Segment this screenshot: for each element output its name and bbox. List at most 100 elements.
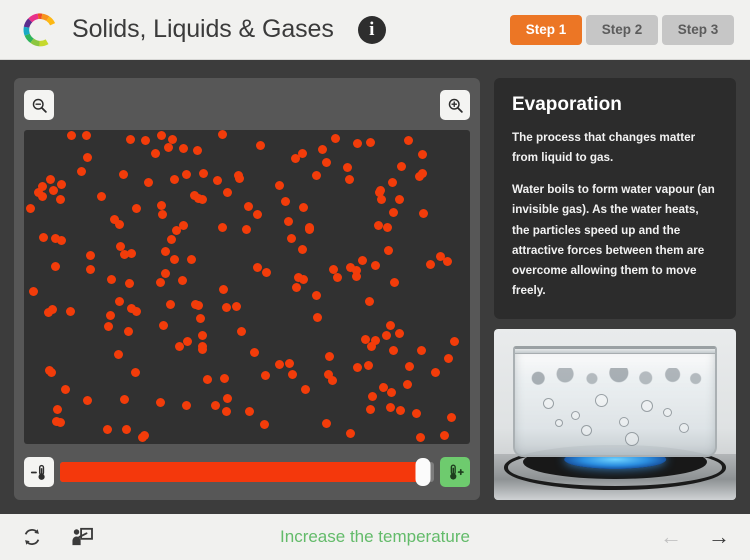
simulation-panel [14,78,480,500]
tab-step-2[interactable]: Step 2 [586,14,658,45]
particle [131,367,141,377]
particle [220,373,230,383]
particle [388,207,398,217]
particle [222,406,232,416]
info-panel: Evaporation The process that changes mat… [494,78,736,500]
temperature-slider[interactable] [60,458,434,486]
particle [346,262,356,272]
particle [143,178,153,188]
photo-bubble [618,416,629,427]
particle [157,200,167,210]
particle [373,221,383,230]
photo-pot-rim [515,349,715,355]
particle [395,405,405,415]
app-footer: Increase the temperature ← → [0,514,750,560]
particle [292,282,302,292]
particle [365,296,375,306]
thermometer-minus-button[interactable] [24,457,54,487]
boiling-water-photo [494,329,736,500]
particle [198,168,208,178]
particle [244,406,254,416]
particle [371,336,380,346]
particle [312,313,322,323]
particle [330,134,340,144]
particle [197,331,207,341]
particle [196,314,206,324]
reset-icon[interactable] [20,525,44,549]
particle [26,203,36,213]
particle [155,398,165,408]
particle [249,347,259,357]
zoom-out-button[interactable] [24,90,54,120]
particle [388,346,398,356]
particle [192,145,202,155]
particle [386,320,396,330]
particle [106,311,116,321]
particle [179,143,189,153]
app-root: Solids, Liquids & Gases i Step 1 Step 2 … [0,0,750,560]
photo-bubble [678,423,689,434]
particle [125,134,135,144]
particle [325,351,335,361]
particle [163,142,173,152]
particle [57,180,67,190]
photo-bubble [624,431,639,446]
particle [47,368,57,378]
particle [360,335,370,345]
particle [150,149,160,159]
particle [126,249,136,259]
particle [169,254,179,264]
arrow-left-icon[interactable]: ← [660,526,682,548]
particle [223,188,233,198]
footer-left-actions [20,525,94,549]
particle [299,202,309,212]
arrow-right-icon[interactable]: → [708,526,730,548]
particle [321,418,331,428]
particle [56,195,66,205]
particle-simulation-canvas[interactable] [24,130,470,444]
particle [81,131,91,141]
particle [371,260,381,270]
particle [179,221,189,231]
particle [261,370,271,380]
temperature-slider-thumb[interactable] [415,458,431,486]
particle [358,256,368,266]
simulation-toolbar [24,88,470,122]
particle [416,433,426,443]
particle [446,412,456,422]
zoom-in-button[interactable] [440,90,470,120]
tab-step-3[interactable]: Step 3 [662,14,734,45]
particle [166,235,176,245]
particle [417,168,427,178]
particle [318,144,328,154]
particle [376,195,386,205]
photo-bubble [662,408,672,418]
particle [29,286,39,296]
particle [38,192,48,202]
particle [430,367,440,377]
presenter-icon[interactable] [70,525,94,549]
particle [210,401,220,411]
info-icon[interactable]: i [357,15,386,44]
particle [165,299,175,309]
particle [82,152,92,162]
particle [332,273,342,283]
particle [120,394,130,404]
particle [159,321,169,331]
particle [312,290,322,300]
particle [197,341,207,351]
thermometer-plus-button[interactable] [440,457,470,487]
particle [367,392,377,402]
tab-step-1[interactable]: Step 1 [510,14,582,45]
particle [312,171,322,181]
particle [182,401,192,411]
footer-navigation: ← → [660,526,730,548]
photo-bubble [571,410,581,420]
particle [52,404,62,414]
particle [426,259,436,269]
main-content: Evaporation The process that changes mat… [0,60,750,514]
particle [237,327,247,337]
page-title: Solids, Liquids & Gases [72,15,334,43]
particle [161,246,171,256]
particle [217,223,227,233]
